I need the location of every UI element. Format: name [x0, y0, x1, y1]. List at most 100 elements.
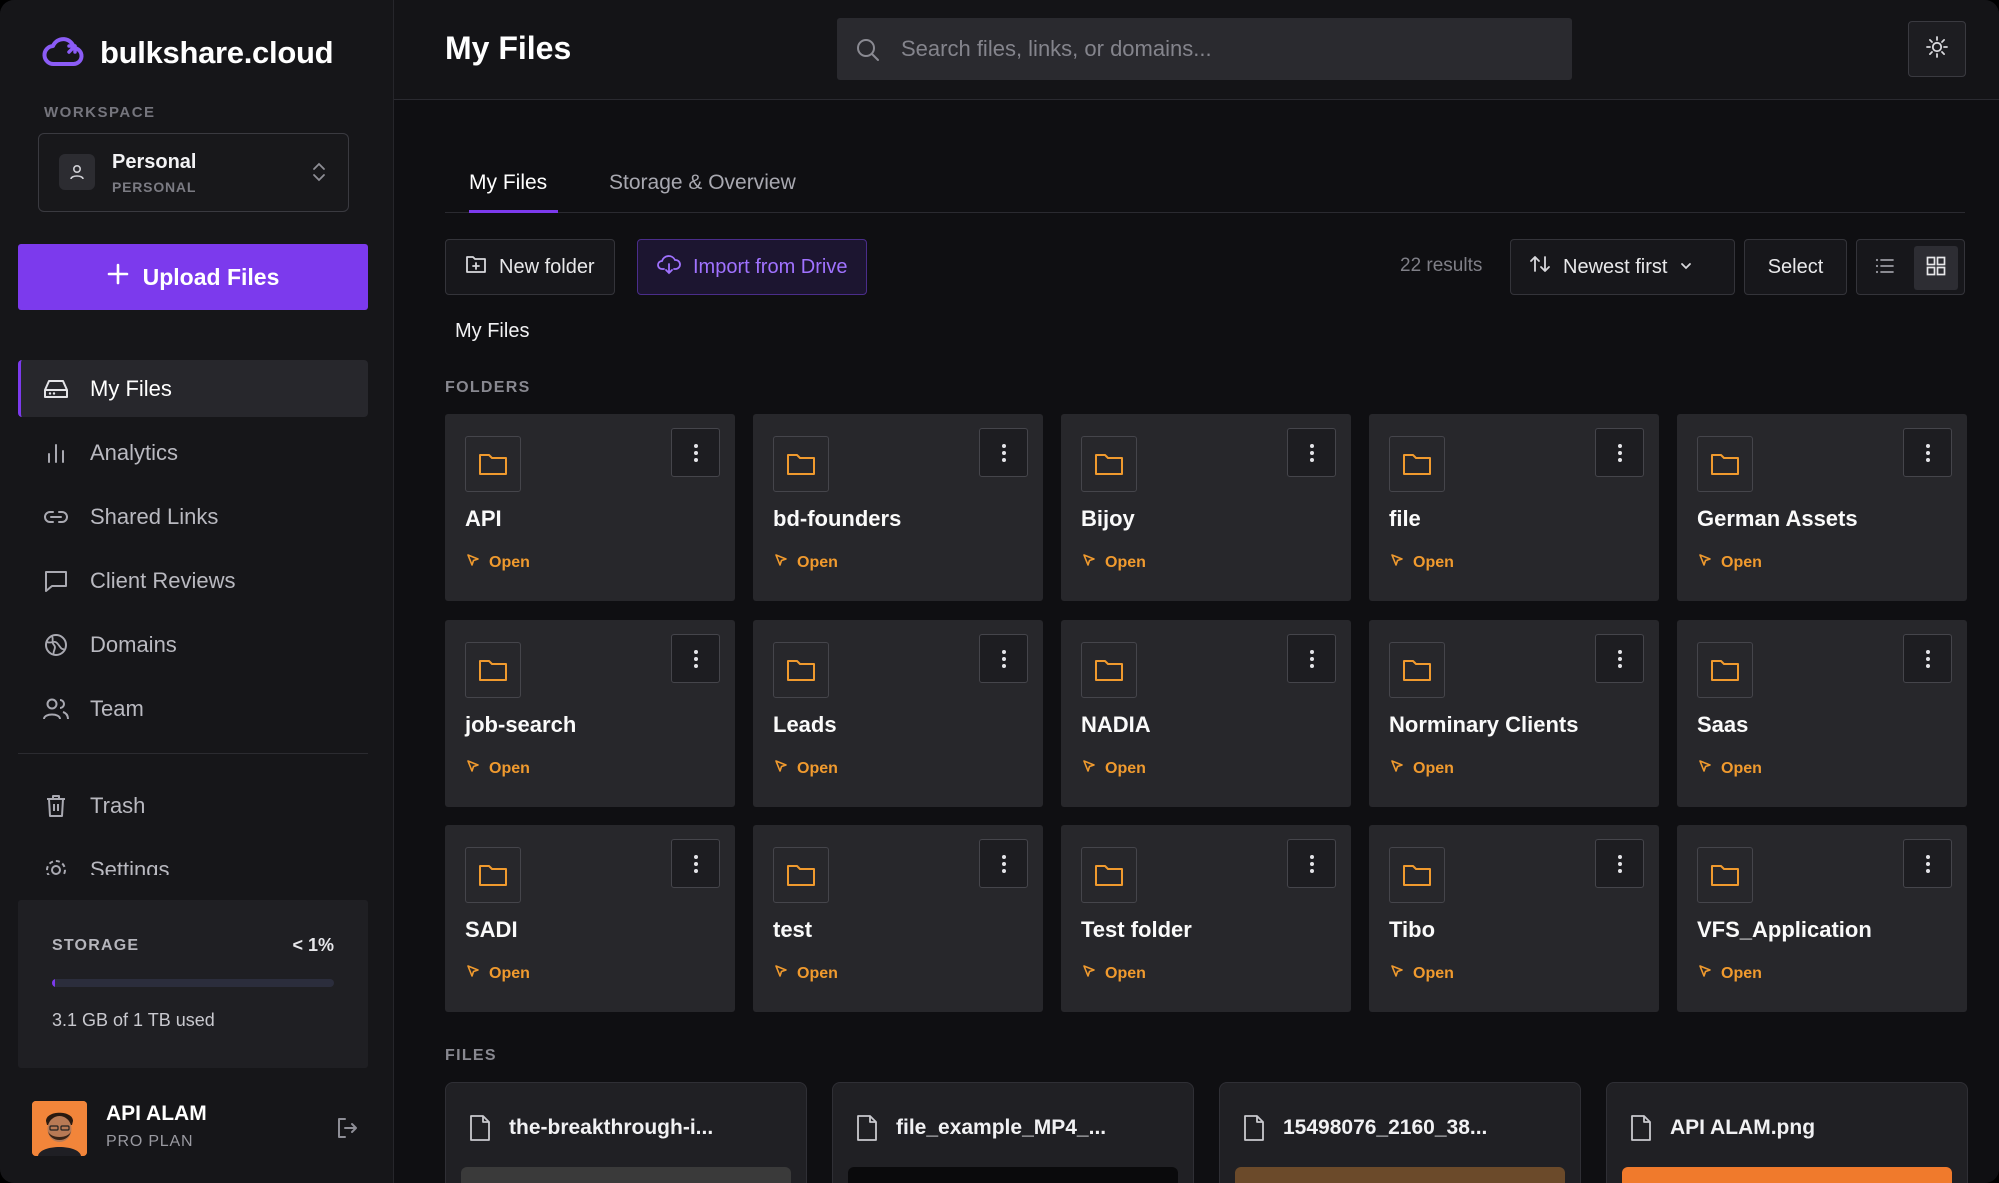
- folder-open-label: Open: [1721, 553, 1762, 571]
- new-folder-button[interactable]: New folder: [445, 239, 615, 295]
- file-card[interactable]: 15498076_2160_38...: [1219, 1082, 1581, 1183]
- folder-open-label: Open: [1413, 759, 1454, 777]
- folder-open-link[interactable]: Open: [1697, 963, 1762, 984]
- new-folder-label: New folder: [499, 255, 595, 278]
- grid-view-button[interactable]: [1914, 246, 1958, 290]
- sidebar-item-label: Trash: [90, 792, 146, 818]
- folder-open-link[interactable]: Open: [465, 963, 530, 984]
- folder-card[interactable]: German Assets Open: [1677, 414, 1967, 601]
- folder-open-link[interactable]: Open: [465, 552, 530, 573]
- more-vertical-icon[interactable]: [1287, 634, 1336, 683]
- select-button[interactable]: Select: [1744, 239, 1847, 295]
- folder-card[interactable]: Tibo Open: [1369, 825, 1659, 1012]
- folder-card[interactable]: SADI Open: [445, 825, 735, 1012]
- sidebar: bulkshare.cloud WORKSPACE Personal PERSO…: [0, 0, 394, 1183]
- tab-bar: My Files Storage & Overview: [445, 150, 1965, 213]
- user-plan: PRO PLAN: [106, 1133, 194, 1150]
- file-thumbnail: [1622, 1167, 1952, 1183]
- upload-files-button[interactable]: Upload Files: [18, 244, 368, 310]
- more-vertical-icon[interactable]: [1903, 428, 1952, 477]
- folder-icon: [1081, 847, 1137, 903]
- folder-open-link[interactable]: Open: [1389, 552, 1454, 573]
- sidebar-item-team[interactable]: Team: [18, 680, 368, 737]
- more-vertical-icon[interactable]: [1903, 634, 1952, 683]
- folder-open-label: Open: [1105, 759, 1146, 777]
- folder-card[interactable]: bd-founders Open: [753, 414, 1043, 601]
- sidebar-item-label: My Files: [90, 375, 172, 401]
- folder-card[interactable]: test Open: [753, 825, 1043, 1012]
- file-thumbnail: [1235, 1167, 1565, 1183]
- more-vertical-icon[interactable]: [1595, 839, 1644, 888]
- folder-card[interactable]: Test folder Open: [1061, 825, 1351, 1012]
- folder-icon: [1697, 642, 1753, 698]
- storage-progress-fill: [52, 979, 55, 987]
- import-from-drive-button[interactable]: Import from Drive: [637, 239, 868, 295]
- breadcrumb[interactable]: My Files: [455, 320, 529, 343]
- theme-toggle-button[interactable]: [1908, 21, 1966, 77]
- more-vertical-icon[interactable]: [671, 839, 720, 888]
- folder-name: test: [773, 917, 813, 942]
- folder-open-link[interactable]: Open: [1389, 758, 1454, 779]
- more-vertical-icon[interactable]: [979, 634, 1028, 683]
- sidebar-item-settings[interactable]: Settings: [18, 841, 368, 875]
- folder-open-link[interactable]: Open: [773, 963, 838, 984]
- tab-my-files[interactable]: My Files: [469, 171, 547, 195]
- folder-card[interactable]: job-search Open: [445, 620, 735, 807]
- search-bar[interactable]: [837, 18, 1572, 80]
- file-thumbnail: [848, 1167, 1178, 1183]
- cursor-icon: [773, 552, 789, 573]
- sidebar-item-domains[interactable]: Domains: [18, 616, 368, 673]
- brand[interactable]: bulkshare.cloud: [42, 30, 334, 75]
- folder-open-link[interactable]: Open: [1389, 963, 1454, 984]
- workspace-selector[interactable]: Personal PERSONAL: [38, 133, 349, 212]
- folder-open-link[interactable]: Open: [1081, 758, 1146, 779]
- folder-card[interactable]: file Open: [1369, 414, 1659, 601]
- folder-card[interactable]: Saas Open: [1677, 620, 1967, 807]
- folder-card[interactable]: VFS_Application Open: [1677, 825, 1967, 1012]
- folder-card[interactable]: API Open: [445, 414, 735, 601]
- sidebar-item-client-reviews[interactable]: Client Reviews: [18, 552, 368, 609]
- more-vertical-icon[interactable]: [1595, 634, 1644, 683]
- folder-open-link[interactable]: Open: [1081, 552, 1146, 573]
- folder-name: Saas: [1697, 712, 1749, 737]
- file-card[interactable]: the-breakthrough-i...: [445, 1082, 807, 1183]
- folder-open-link[interactable]: Open: [1081, 963, 1146, 984]
- folder-open-label: Open: [1413, 964, 1454, 982]
- folder-card[interactable]: NADIA Open: [1061, 620, 1351, 807]
- avatar[interactable]: [32, 1101, 87, 1156]
- tab-storage-overview[interactable]: Storage & Overview: [609, 171, 796, 195]
- folder-card[interactable]: Bijoy Open: [1061, 414, 1351, 601]
- sidebar-item-shared-links[interactable]: Shared Links: [18, 488, 368, 545]
- file-card[interactable]: file_example_MP4_...: [832, 1082, 1194, 1183]
- sidebar-item-my-files[interactable]: My Files: [18, 360, 368, 417]
- more-vertical-icon[interactable]: [671, 428, 720, 477]
- cursor-icon: [465, 552, 481, 573]
- search-input[interactable]: [901, 18, 1561, 80]
- list-view-button[interactable]: [1863, 246, 1907, 290]
- more-vertical-icon[interactable]: [1287, 428, 1336, 477]
- folder-open-link[interactable]: Open: [465, 758, 530, 779]
- sidebar-item-analytics[interactable]: Analytics: [18, 424, 368, 481]
- cursor-icon: [465, 963, 481, 984]
- folder-open-link[interactable]: Open: [773, 758, 838, 779]
- more-vertical-icon[interactable]: [671, 634, 720, 683]
- sidebar-item-label: Shared Links: [90, 503, 219, 529]
- folder-card[interactable]: Norminary Clients Open: [1369, 620, 1659, 807]
- folder-open-link[interactable]: Open: [1697, 758, 1762, 779]
- more-vertical-icon[interactable]: [1287, 839, 1336, 888]
- link-icon: [42, 503, 70, 531]
- logout-icon[interactable]: [335, 1116, 359, 1145]
- folder-open-label: Open: [1413, 553, 1454, 571]
- folder-open-link[interactable]: Open: [1697, 552, 1762, 573]
- workspace-name: Personal: [112, 151, 197, 173]
- more-vertical-icon[interactable]: [979, 428, 1028, 477]
- cursor-icon: [773, 963, 789, 984]
- file-card[interactable]: API ALAM.png: [1606, 1082, 1968, 1183]
- folder-open-link[interactable]: Open: [773, 552, 838, 573]
- folder-card[interactable]: Leads Open: [753, 620, 1043, 807]
- more-vertical-icon[interactable]: [1595, 428, 1644, 477]
- sidebar-item-trash[interactable]: Trash: [18, 777, 368, 834]
- sort-dropdown[interactable]: Newest first: [1510, 239, 1735, 295]
- more-vertical-icon[interactable]: [1903, 839, 1952, 888]
- more-vertical-icon[interactable]: [979, 839, 1028, 888]
